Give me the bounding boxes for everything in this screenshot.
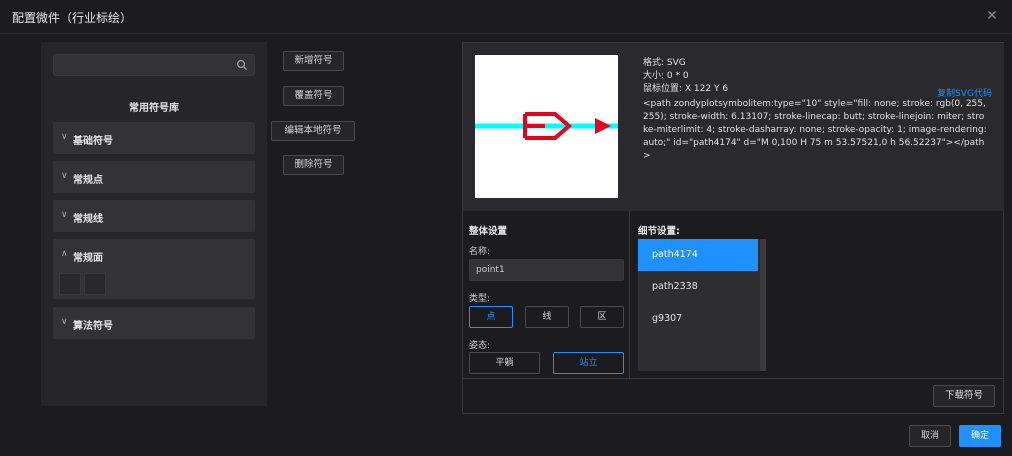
- download-symbol-button[interactable]: 下载符号: [933, 385, 995, 407]
- search-icon[interactable]: [236, 59, 248, 71]
- group-algorithm-symbols[interactable]: ∨ 算法符号: [53, 307, 255, 339]
- symbol-thumbnail[interactable]: [59, 273, 81, 295]
- symbol-preview: [475, 112, 618, 140]
- group-basic-symbols[interactable]: ∨ 基础符号: [53, 122, 255, 154]
- pose-standing-button[interactable]: 站立: [553, 352, 624, 374]
- chevron-down-icon: ∨: [61, 132, 68, 142]
- delete-symbol-button[interactable]: 删除符号: [283, 155, 344, 175]
- list-item[interactable]: g9307: [638, 303, 758, 335]
- group-regular-lines[interactable]: ∨ 常规线: [53, 200, 255, 232]
- copy-svg-code-link[interactable]: 复制SVG代码: [937, 88, 992, 101]
- pose-lying-button[interactable]: 平躺: [469, 352, 540, 374]
- chevron-down-icon: ∨: [61, 317, 68, 327]
- group-label: 算法符号: [73, 321, 113, 332]
- type-area-button[interactable]: 区: [580, 306, 624, 328]
- library-title: 常用符号库: [129, 103, 179, 114]
- close-icon[interactable]: ✕: [984, 8, 1000, 24]
- symbol-library-panel: 常用符号库 ∨ 基础符号 ∨ 常规点 ∨ 常规线 ∧ 常规面 ∨ 算法符号: [41, 42, 267, 406]
- group-label: 基础符号: [73, 136, 113, 147]
- preview-area: [463, 43, 629, 211]
- config-panel: 格式: SVG 大小: 0 * 0 鼠标位置: X 122 Y 6 <path …: [462, 42, 1004, 414]
- chevron-up-icon: ∧: [61, 249, 68, 259]
- overwrite-symbol-button[interactable]: 覆盖符号: [283, 86, 344, 106]
- group-regular-points[interactable]: ∨ 常规点: [53, 161, 255, 193]
- list-item[interactable]: path2338: [638, 271, 758, 303]
- element-list: path4174 path2338 g9307: [638, 239, 766, 371]
- overall-settings-title: 整体设置: [469, 226, 508, 237]
- list-item[interactable]: path4174: [638, 239, 758, 271]
- dialog-title: 配置微件（行业标绘）: [12, 11, 133, 25]
- svg-code-text: <path zondyplotsymbolitem:type="10" styl…: [643, 99, 987, 161]
- symbol-thumbnail[interactable]: [84, 273, 106, 295]
- search-input[interactable]: [54, 55, 254, 75]
- search-box: [53, 54, 255, 76]
- symbol-canvas[interactable]: [475, 55, 618, 198]
- format-text: 格式: SVG: [643, 58, 686, 68]
- type-label: 类型:: [469, 294, 491, 304]
- type-point-button[interactable]: 点: [469, 306, 513, 328]
- group-label: 常规面: [73, 253, 103, 264]
- size-text: 大小: 0 * 0: [643, 71, 689, 81]
- group-regular-areas[interactable]: ∧ 常规面: [53, 239, 255, 299]
- list-scrollbar[interactable]: [760, 239, 766, 371]
- add-symbol-button[interactable]: 新增符号: [283, 51, 344, 71]
- ok-button[interactable]: 确定: [959, 425, 1001, 447]
- group-label: 常规点: [73, 175, 103, 186]
- chevron-down-icon: ∨: [61, 171, 68, 181]
- chevron-down-icon: ∨: [61, 210, 68, 220]
- detail-settings: 细节设置: path4174 path2338 g9307: [630, 211, 1003, 378]
- detail-settings-title: 细节设置:: [638, 226, 680, 237]
- name-label: 名称:: [469, 247, 491, 257]
- pose-label: 姿态:: [469, 341, 491, 351]
- divider: [463, 378, 1003, 379]
- overall-settings: 整体设置 名称: point1 类型: 点 线 区 姿态: 平躺 站立: [463, 211, 629, 378]
- type-line-button[interactable]: 线: [525, 306, 569, 328]
- edit-local-symbol-button[interactable]: 编辑本地符号: [271, 121, 355, 141]
- group-label: 常规线: [73, 214, 103, 225]
- symbol-info: 格式: SVG 大小: 0 * 0 鼠标位置: X 122 Y 6 <path …: [629, 43, 1004, 211]
- cancel-button[interactable]: 取消: [909, 425, 951, 447]
- name-field[interactable]: point1: [469, 259, 624, 281]
- dialog-titlebar: 配置微件（行业标绘） ✕: [0, 0, 1012, 34]
